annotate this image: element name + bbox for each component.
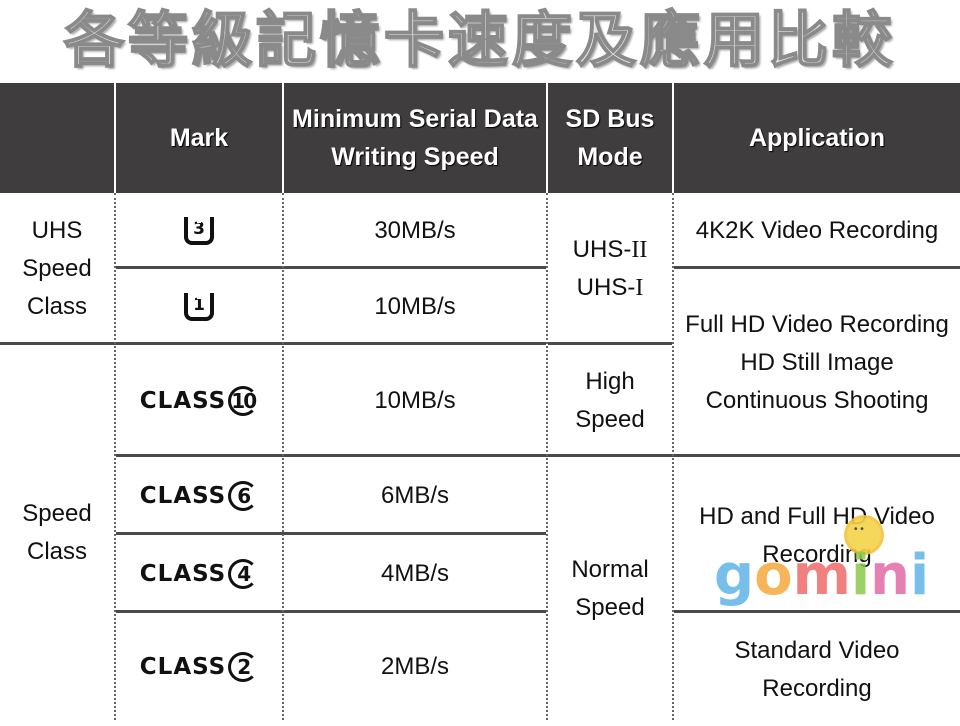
divider [116, 610, 546, 613]
header-writing-speed: Minimum Serial Data Writing Speed [284, 83, 546, 193]
watermark-letter: i [910, 543, 930, 608]
speed-value: 10MB/s [374, 293, 456, 320]
bus-mode-high-speed: High Speed [575, 368, 645, 433]
class-2-icon: CLASS 2 [139, 648, 259, 686]
column-divider [672, 193, 674, 720]
class-number: 2 [228, 652, 259, 682]
class-6-icon: CLASS 6 [139, 477, 259, 515]
bus-mode-uhs: UHS-II UHS-I [548, 194, 672, 344]
category-uhs-speed-class: UHS Speed Class [22, 217, 92, 320]
bus-mode-normal-speed: Normal Speed [571, 556, 649, 621]
divider [116, 266, 546, 269]
divider [0, 342, 546, 345]
header-category [0, 83, 114, 193]
uhs-speed-class-3-icon: 3 [184, 217, 214, 245]
speed-value: 6MB/s [380, 482, 449, 509]
class-label: CLASS [139, 483, 227, 509]
class-number: 6 [228, 481, 259, 511]
header-bus-mode: SD Bus Mode [548, 83, 672, 193]
column-divider [546, 193, 548, 720]
class-4-icon: CLASS 4 [139, 555, 259, 593]
column-divider [282, 193, 284, 720]
class-10-icon: CLASS 10 [139, 382, 259, 420]
mark-cell: 1 [116, 270, 282, 344]
bus-mode-roman: I [635, 275, 644, 301]
bus-mode-prefix: UHS- [572, 236, 632, 263]
divider [116, 454, 960, 457]
uhs-class-number: 1 [193, 295, 205, 315]
divider [674, 610, 960, 613]
page-title: 各等級記憶卡速度及應用比較 [63, 5, 896, 77]
divider [548, 342, 672, 345]
category-speed-class: Speed Class [22, 500, 92, 565]
application-4k2k: 4K2K Video Recording [695, 217, 939, 244]
class-label: CLASS [139, 654, 227, 680]
speed-value: 30MB/s [374, 217, 456, 244]
bus-mode-roman: II [631, 237, 648, 263]
mark-cell: CLASS 6 [116, 458, 282, 534]
watermark-letter: o [754, 543, 793, 608]
application-standard: Standard Video Recording [734, 637, 900, 702]
mark-cell: CLASS 10 [116, 346, 282, 456]
class-label: CLASS [139, 388, 227, 414]
bus-mode-prefix: UHS- [576, 274, 636, 301]
header-application: Application [674, 83, 960, 193]
mark-cell: 3 [116, 194, 282, 268]
mark-cell: CLASS 4 [116, 536, 282, 612]
speed-value: 4MB/s [380, 560, 449, 587]
header-mark: Mark [116, 83, 282, 193]
bus-mode-uhs-ii: UHS-II [573, 231, 648, 269]
gomini-watermark-logo: g o m i n i [714, 548, 929, 604]
class-label: CLASS [139, 561, 227, 587]
watermark-letter: i [850, 543, 871, 608]
watermark-letter: n [870, 543, 911, 608]
speed-value: 10MB/s [374, 387, 456, 414]
divider [116, 532, 546, 535]
watermark-letter: g [714, 543, 755, 608]
application-full-hd: Full HD Video Recording HD Still Image C… [685, 311, 949, 414]
class-number: 10 [228, 386, 259, 416]
class-number: 4 [228, 559, 259, 589]
divider [674, 266, 960, 269]
uhs-class-number: 3 [193, 219, 205, 239]
column-divider [114, 193, 116, 720]
uhs-speed-class-1-icon: 1 [184, 293, 214, 321]
speed-value: 2MB/s [380, 653, 449, 680]
mark-cell: CLASS 2 [116, 614, 282, 720]
bus-mode-uhs-i: UHS-I [577, 269, 644, 307]
watermark-letter: m [792, 543, 851, 608]
